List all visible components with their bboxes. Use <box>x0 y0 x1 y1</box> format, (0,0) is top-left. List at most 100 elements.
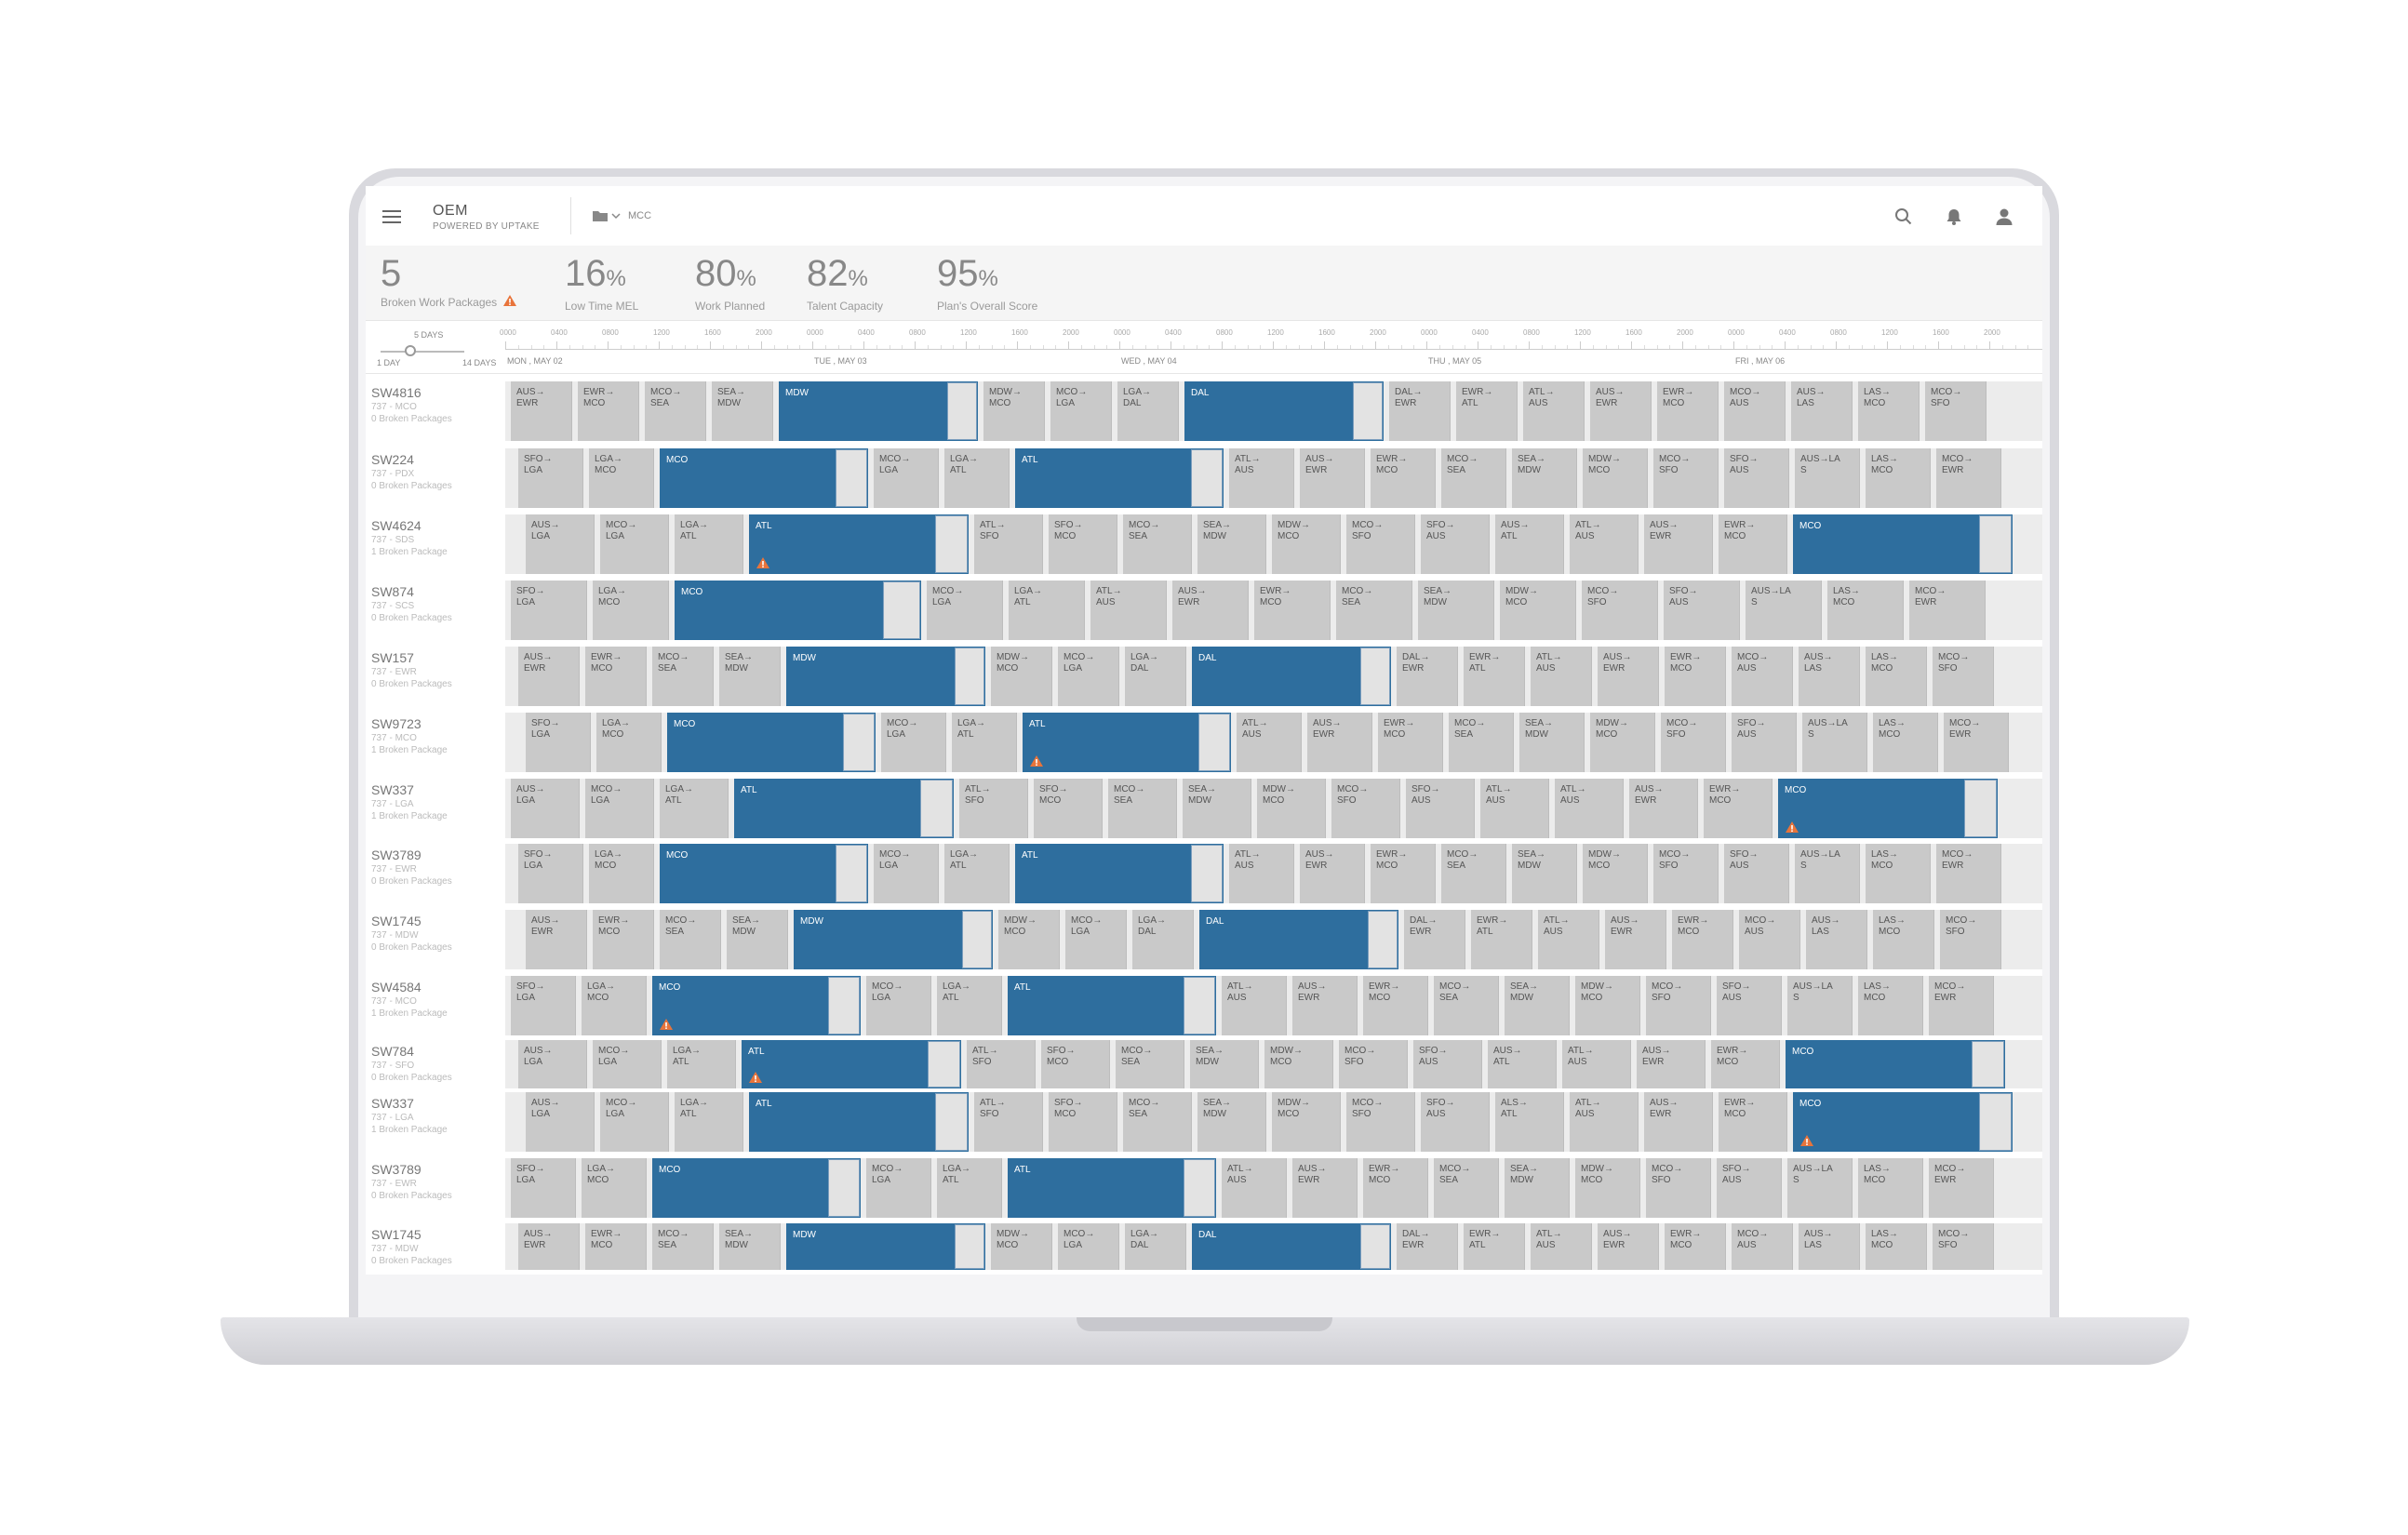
flight-leg[interactable]: MDW→ MCO <box>991 1223 1052 1270</box>
maintenance-block[interactable]: ATL <box>1008 1158 1216 1218</box>
flight-leg[interactable]: EWR→ MCO <box>1711 1040 1780 1088</box>
flight-leg[interactable]: ALS→ ATL <box>1495 1092 1564 1152</box>
flight-leg[interactable]: MCO→ SFO <box>1661 713 1726 772</box>
flight-leg[interactable]: LGA→ ATL <box>675 1092 743 1152</box>
flight-leg[interactable]: DAL→ EWR <box>1397 1223 1458 1270</box>
aircraft-info[interactable]: SW337 737 - LGA 1 Broken Package <box>371 1096 498 1135</box>
aircraft-info[interactable]: SW874 737 - SCS 0 Broken Packages <box>371 584 498 623</box>
flight-leg[interactable]: LGA→ DAL <box>1117 381 1179 441</box>
flight-leg[interactable]: MCO→ SFO <box>1646 1158 1711 1218</box>
flight-leg[interactable]: AUS→ LGA <box>526 1092 595 1152</box>
aircraft-info[interactable]: SW9723 737 - MCO 1 Broken Package <box>371 716 498 755</box>
flight-leg[interactable]: MCO→ SFO <box>1653 844 1719 903</box>
flight-leg[interactable]: MCO→ LGA <box>593 1040 662 1088</box>
maintenance-block[interactable]: ATL <box>1015 844 1224 903</box>
flight-leg[interactable]: EWR→ MCO <box>1719 514 1787 574</box>
flight-leg[interactable]: EWR→ MCO <box>1378 713 1443 772</box>
flight-leg[interactable]: AUS→LAS <box>1787 1158 1853 1218</box>
flight-leg[interactable]: SFO→ LGA <box>518 844 583 903</box>
flight-leg[interactable]: SFO→ MCO <box>1049 514 1117 574</box>
flight-leg[interactable]: MCO→ SEA <box>1123 1092 1192 1152</box>
flight-leg[interactable]: MCO→ AUS <box>1724 381 1786 441</box>
flight-leg[interactable]: SFO→ AUS <box>1717 976 1782 1035</box>
maintenance-block[interactable]: MCO <box>1778 779 1998 838</box>
flight-leg[interactable]: MCO→ EWR <box>1944 713 2009 772</box>
flight-leg[interactable]: AUS→ LGA <box>526 514 595 574</box>
flight-leg[interactable]: ATL→ AUS <box>1222 976 1287 1035</box>
flight-leg[interactable]: EWR→ MCO <box>1371 448 1436 508</box>
flight-leg[interactable]: MCO→ SFO <box>1646 976 1711 1035</box>
flight-leg[interactable]: MCO→ AUS <box>1732 1223 1793 1270</box>
flight-leg[interactable]: SFO→ AUS <box>1724 448 1789 508</box>
flight-leg[interactable]: MCO→ AUS <box>1739 910 1800 969</box>
flight-leg[interactable]: MDW→ MCO <box>1264 1040 1333 1088</box>
flight-leg[interactable]: LAS→ MCO <box>1858 976 1923 1035</box>
bell-icon[interactable] <box>1944 207 1964 227</box>
flight-leg[interactable]: EWR→ MCO <box>1371 844 1436 903</box>
flight-leg[interactable]: SEA→ MDW <box>1512 448 1577 508</box>
flight-leg[interactable]: SFO→ LGA <box>526 713 591 772</box>
flight-leg[interactable]: SEA→ MDW <box>719 647 781 706</box>
flight-leg[interactable]: SEA→ MDW <box>1197 1092 1266 1152</box>
maintenance-block[interactable]: ATL <box>742 1040 961 1088</box>
flight-leg[interactable]: SFO→ LGA <box>511 581 587 640</box>
flight-leg[interactable]: LGA→ ATL <box>1009 581 1085 640</box>
flight-leg[interactable]: MDW→ MCO <box>1583 844 1648 903</box>
flight-leg[interactable]: MCO→ LGA <box>927 581 1003 640</box>
aircraft-info[interactable]: SW157 737 - EWR 0 Broken Packages <box>371 650 498 689</box>
flight-leg[interactable]: ATL→ AUS <box>1229 448 1294 508</box>
flight-leg[interactable]: EWR→ MCO <box>1363 976 1428 1035</box>
flight-leg[interactable]: MCO→ EWR <box>1936 844 2001 903</box>
flight-leg[interactable]: MCO→ LGA <box>874 448 939 508</box>
flight-leg[interactable]: AUS→LAS <box>1799 647 1860 706</box>
flight-leg[interactable]: ATL→ AUS <box>1531 647 1592 706</box>
flight-leg[interactable]: SEA→ MDW <box>1512 844 1577 903</box>
aircraft-info[interactable]: SW337 737 - LGA 1 Broken Package <box>371 782 498 821</box>
flight-leg[interactable]: MCO→ EWR <box>1929 976 1994 1035</box>
flight-leg[interactable]: AUS→ ATL <box>1495 514 1564 574</box>
maintenance-block[interactable]: MDW <box>786 647 985 706</box>
flight-leg[interactable]: EWR→ MCO <box>1719 1092 1787 1152</box>
flight-leg[interactable]: MCO→ EWR <box>1936 448 2001 508</box>
flight-leg[interactable]: AUS→ EWR <box>1172 581 1249 640</box>
flight-leg[interactable]: MCO→ LGA <box>1058 1223 1119 1270</box>
flight-leg[interactable]: MCO→ LGA <box>866 1158 931 1218</box>
flight-leg[interactable]: MCO→ SFO <box>1339 1040 1408 1088</box>
flight-leg[interactable]: AUS→LAS <box>1787 976 1853 1035</box>
flight-leg[interactable]: EWR→ ATL <box>1464 1223 1525 1270</box>
flight-leg[interactable]: AUS→LAS <box>1795 844 1860 903</box>
aircraft-info[interactable]: SW4624 737 - SDS 1 Broken Package <box>371 518 498 557</box>
maintenance-block[interactable]: ATL <box>749 1092 969 1152</box>
flight-leg[interactable]: LAS→ MCO <box>1858 1158 1923 1218</box>
flight-leg[interactable]: LAS→ MCO <box>1827 581 1904 640</box>
flight-leg[interactable]: AUS→ EWR <box>1590 381 1652 441</box>
flight-leg[interactable]: LGA→ ATL <box>937 1158 1002 1218</box>
flight-leg[interactable]: MDW→ MCO <box>991 647 1052 706</box>
maintenance-block[interactable]: MCO <box>667 713 876 772</box>
flight-leg[interactable]: EWR→ MCO <box>1672 910 1733 969</box>
flight-leg[interactable]: AUS→ EWR <box>518 1223 580 1270</box>
flight-leg[interactable]: AUS→ EWR <box>526 910 587 969</box>
flight-leg[interactable]: SEA→ MDW <box>1505 976 1570 1035</box>
search-icon[interactable] <box>1893 207 1914 227</box>
flight-leg[interactable]: AUS→ EWR <box>511 381 572 441</box>
flight-leg[interactable]: LGA→ ATL <box>660 779 729 838</box>
flight-leg[interactable]: MCO→ SEA <box>1449 713 1514 772</box>
flight-leg[interactable]: ATL→ AUS <box>1531 1223 1592 1270</box>
flight-leg[interactable]: MCO→ SEA <box>1123 514 1192 574</box>
flight-leg[interactable]: SEA→ MDW <box>727 910 788 969</box>
flight-leg[interactable]: LGA→ MCO <box>593 581 669 640</box>
flight-leg[interactable]: MCO→ SFO <box>1653 448 1719 508</box>
flight-leg[interactable]: LGA→ MCO <box>596 713 662 772</box>
flight-leg[interactable]: MCO→ LGA <box>1058 647 1119 706</box>
aircraft-info[interactable]: SW3789 737 - EWR 0 Broken Packages <box>371 848 498 887</box>
maintenance-block[interactable]: MCO <box>675 581 921 640</box>
flight-leg[interactable]: EWR→ MCO <box>1254 581 1331 640</box>
flight-leg[interactable]: SEA→ MDW <box>712 381 773 441</box>
flight-leg[interactable]: SEA→ MDW <box>1418 581 1494 640</box>
flight-leg[interactable]: LGA→ DAL <box>1125 1223 1186 1270</box>
flight-leg[interactable]: SFO→ MCO <box>1034 779 1103 838</box>
maintenance-block[interactable]: MCO <box>1786 1040 2005 1088</box>
flight-leg[interactable]: EWR→ MCO <box>1665 647 1726 706</box>
flight-leg[interactable]: MCO→ SEA <box>1441 844 1506 903</box>
